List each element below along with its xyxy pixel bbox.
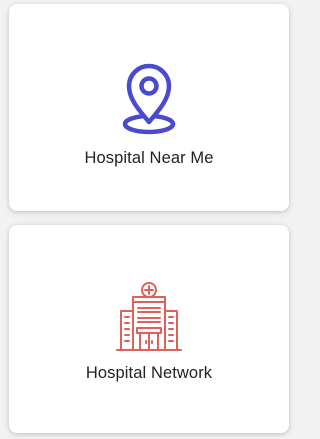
hospital-network-card[interactable]: Hospital Network xyxy=(9,225,289,433)
hospital-near-me-label: Hospital Near Me xyxy=(84,149,214,167)
hospital-network-label: Hospital Network xyxy=(85,364,213,382)
hospital-near-me-card[interactable]: Hospital Near Me xyxy=(9,4,289,211)
location-pin-icon xyxy=(122,63,176,135)
hospital-building-icon xyxy=(116,282,182,351)
